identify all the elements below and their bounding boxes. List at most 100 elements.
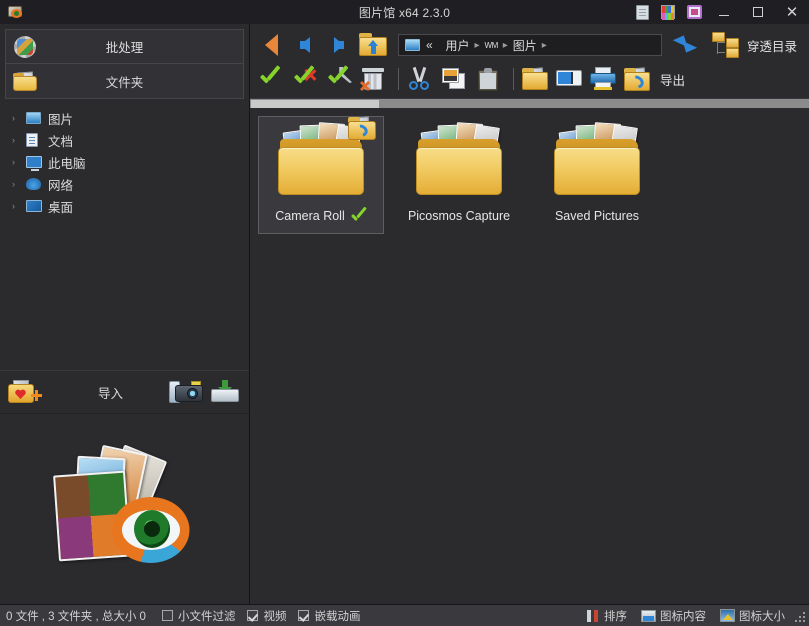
status-bar: 0 文件 , 3 文件夹 , 总大小 0 小文件过滤 视频 嵌载动画 排序 图标… — [0, 604, 809, 626]
grid-item-picosmos-capture[interactable]: Picosmos Capture — [396, 116, 522, 234]
export-button[interactable] — [622, 64, 652, 94]
file-browser-content[interactable]: Camera Roll Picosmos Capture Saved Pictu… — [250, 108, 809, 604]
select-all-button[interactable] — [256, 64, 286, 94]
icon-size-icon — [720, 609, 735, 622]
favorite-folder-add-icon[interactable] — [8, 380, 42, 404]
document-icon[interactable] — [629, 1, 655, 23]
sidebar-item-network[interactable]: › 网络 — [0, 173, 249, 195]
checkbox-small-file-filter-label: 小文件过滤 — [177, 610, 236, 623]
select-options-button[interactable] — [324, 64, 354, 94]
breadcrumb-separator[interactable]: ▸ — [542, 40, 547, 51]
camera-import-icon[interactable] — [169, 379, 205, 405]
sidebar-item-this-pc-label: 此电脑 — [48, 156, 86, 171]
sidebar-item-desktop[interactable]: › 桌面 — [0, 195, 249, 217]
export-badge-icon — [348, 116, 376, 141]
folder-tree: › 图片 › 文档 › 此电脑 › 网络 › 桌面 — [0, 99, 249, 217]
toolbar-row-navigation: « 用户 ▸ WM ▸ 图片 ▸ 穿透目录 — [256, 28, 803, 62]
sidebar-item-pictures[interactable]: › 图片 — [0, 107, 249, 129]
folder-photo-icon — [6, 70, 44, 91]
grid-item-picosmos-capture-label: Picosmos Capture — [407, 209, 511, 223]
checkbox-animation-label: 嵌载动画 — [314, 610, 361, 623]
next-button[interactable] — [324, 30, 354, 60]
scrollbar-thumb[interactable] — [251, 100, 379, 108]
status-checkbox-video[interactable]: 视频 — [247, 608, 286, 624]
chevron-right-icon[interactable]: › — [12, 179, 26, 189]
checkbox-video[interactable] — [247, 610, 259, 621]
breadcrumb-segment-user[interactable]: 用户 — [445, 37, 469, 54]
grid-item-camera-roll-label: Camera Roll — [275, 209, 345, 223]
grid-item-camera-roll[interactable]: Camera Roll — [258, 116, 384, 234]
breadcrumb[interactable]: « 用户 ▸ WM ▸ 图片 ▸ — [398, 34, 662, 56]
status-sort-button[interactable]: 排序 — [586, 608, 627, 624]
export-label: 导出 — [660, 73, 686, 88]
status-sort-label: 排序 — [604, 610, 627, 623]
title-bar: 图片馆 x64 2.3.0 ✕ — [0, 0, 809, 24]
new-folder-button[interactable] — [520, 64, 550, 94]
monitor-icon[interactable] — [681, 1, 707, 23]
deselect-button[interactable] — [290, 64, 320, 94]
sidebar-item-network-label: 网络 — [48, 178, 74, 193]
horizontal-scrollbar[interactable] — [250, 98, 809, 108]
pass-through-directory-button[interactable]: 穿透目录 — [706, 32, 803, 58]
sidebar-button-batch[interactable]: 批处理 — [5, 29, 244, 64]
sidebar-item-documents[interactable]: › 文档 — [0, 129, 249, 151]
toolbar-row-actions: 导出 — [256, 62, 803, 96]
status-checkbox-small-file-filter[interactable]: 小文件过滤 — [161, 608, 236, 624]
grid-item-saved-pictures[interactable]: Saved Pictures — [534, 116, 660, 234]
sidebar-button-batch-label: 批处理 — [105, 41, 144, 55]
chevron-right-icon[interactable]: › — [12, 135, 26, 145]
pass-through-directory-label: 穿透目录 — [746, 39, 797, 54]
window-title: 图片馆 x64 2.3.0 — [358, 5, 451, 20]
breadcrumb-separator[interactable]: ▸ — [474, 40, 479, 51]
status-icon-content-button[interactable]: 图标内容 — [641, 608, 706, 624]
application-window: 图片馆 x64 2.3.0 ✕ 批处理 文件夹 › 图片 › 文档 › 此电脑 … — [0, 0, 809, 626]
status-right: 排序 图标内容 图标大小 — [572, 608, 809, 624]
back-button[interactable] — [256, 30, 286, 60]
previous-button[interactable] — [290, 30, 320, 60]
paste-button[interactable] — [473, 64, 503, 94]
breadcrumb-segment-username[interactable]: WM — [485, 41, 499, 50]
sidebar-mode-buttons: 批处理 文件夹 — [0, 24, 249, 99]
window-body: 批处理 文件夹 › 图片 › 文档 › 此电脑 › 网络 › 桌面 导入 « 用… — [0, 24, 809, 604]
documents-icon — [26, 133, 48, 147]
picosmos-logo-icon — [50, 439, 200, 579]
status-icon-size-button[interactable]: 图标大小 — [720, 608, 785, 624]
status-checkbox-animation[interactable]: 嵌载动画 — [298, 608, 360, 624]
toolbar: « 用户 ▸ WM ▸ 图片 ▸ 穿透目录 导出 — [250, 24, 809, 96]
sidebar-item-this-pc[interactable]: › 此电脑 — [0, 151, 249, 173]
breadcrumb-separator[interactable]: ▸ — [503, 40, 508, 51]
gear-photo-icon — [6, 35, 44, 58]
breadcrumb-overflow[interactable]: « — [426, 38, 433, 52]
status-left: 0 文件 , 3 文件夹 , 总大小 0 小文件过滤 视频 嵌载动画 — [0, 608, 372, 624]
checkbox-animation[interactable] — [298, 610, 310, 621]
selected-check-icon — [351, 210, 367, 223]
desktop-icon — [26, 200, 48, 212]
minimize-button[interactable] — [707, 0, 741, 24]
delete-button[interactable] — [358, 64, 388, 94]
sort-icon — [586, 609, 600, 623]
print-button[interactable] — [588, 64, 618, 94]
status-counts: 0 文件 , 3 文件夹 , 总大小 0 — [6, 610, 146, 623]
chevron-right-icon[interactable]: › — [12, 201, 26, 211]
grid-item-label-row: Saved Pictures — [555, 209, 639, 223]
up-folder-button[interactable] — [358, 30, 388, 60]
maximize-button[interactable] — [741, 0, 775, 24]
icon-content-icon — [641, 609, 656, 622]
palette-icon[interactable] — [655, 1, 681, 23]
sidebar-button-folder[interactable]: 文件夹 — [5, 64, 244, 99]
refresh-button[interactable] — [668, 30, 702, 60]
chevron-right-icon[interactable]: › — [12, 157, 26, 167]
close-button[interactable]: ✕ — [775, 0, 809, 24]
rename-button[interactable] — [554, 64, 584, 94]
chevron-right-icon[interactable]: › — [12, 113, 26, 123]
main-panel: « 用户 ▸ WM ▸ 图片 ▸ 穿透目录 导出 Camera Roll Pic… — [250, 24, 809, 604]
breadcrumb-separator — [438, 40, 441, 51]
copy-button[interactable] — [439, 64, 469, 94]
breadcrumb-segment-pictures[interactable]: 图片 — [513, 37, 537, 54]
resize-grip-icon[interactable] — [793, 610, 805, 622]
checkbox-small-file-filter[interactable] — [161, 610, 173, 621]
disk-import-icon[interactable] — [211, 380, 239, 404]
status-icon-content-label: 图标内容 — [660, 610, 706, 623]
cut-button[interactable] — [405, 64, 435, 94]
